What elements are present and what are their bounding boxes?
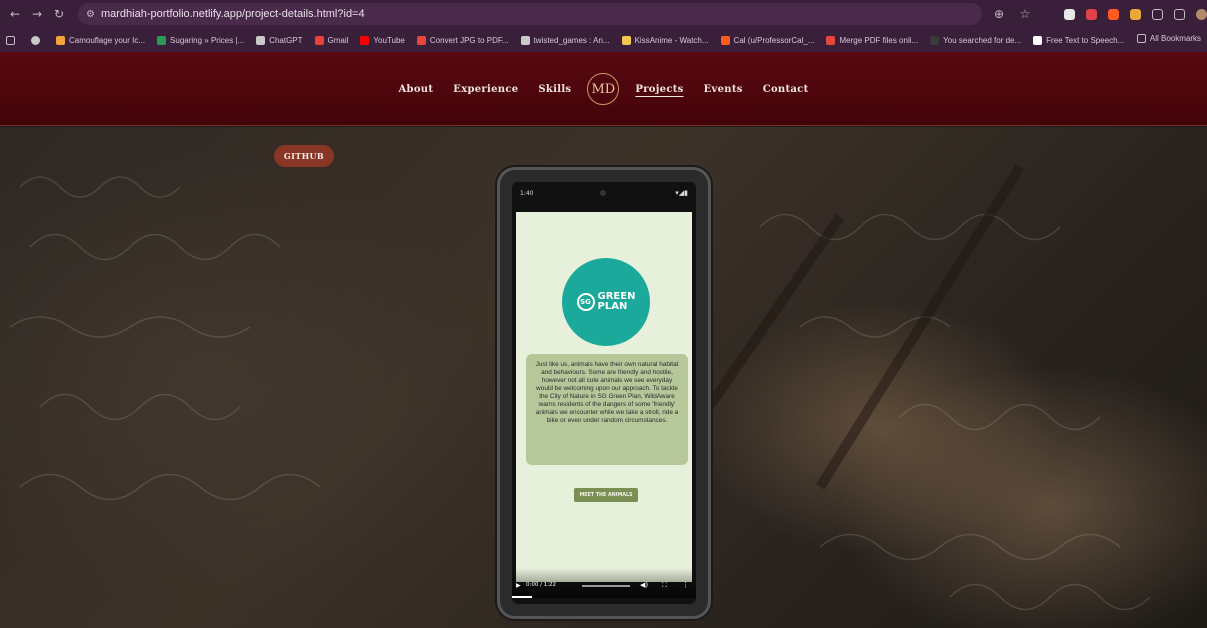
bookmark-item[interactable]: Convert JPG to PDF...: [416, 35, 509, 45]
bookmark-label: Sugaring » Prices |...: [170, 35, 245, 45]
address-bar[interactable]: ⚙ mardhiah-portfolio.netlify.app/project…: [78, 3, 982, 25]
sg-green-plan-logo: SG GREEN PLAN: [562, 258, 650, 346]
nav-buttons: ← → ↻: [6, 7, 68, 21]
bookmark-label: Cal (u/ProfessorCal_...: [733, 35, 815, 45]
video-controls: ▶ 0:00 / 1:22 ◀) ⛶ ⋮: [512, 568, 696, 598]
video-time: 0:00 / 1:22: [526, 582, 557, 588]
bookmark-favicon-icon: [360, 35, 370, 45]
phone-time: 1:40: [520, 189, 534, 197]
bookmark-favicon-icon: [826, 35, 836, 45]
bookmark-label: twisted_games : An...: [533, 35, 610, 45]
fullscreen-icon[interactable]: ⛶: [662, 581, 667, 590]
extension-icons: [1064, 8, 1207, 20]
bookmark-favicon-icon: [621, 35, 631, 45]
bookmark-item[interactable]: Camouflage your Ic...: [56, 35, 146, 45]
zoom-icon[interactable]: ⊕: [990, 7, 1008, 21]
site-info-icon[interactable]: ⚙: [86, 9, 95, 20]
nav-projects[interactable]: Projects: [635, 84, 683, 95]
bookmarks-bar: Camouflage your Ic... Sugaring » Prices |…: [0, 30, 1207, 50]
forward-arrow-icon[interactable]: →: [28, 7, 46, 21]
back-arrow-icon[interactable]: ←: [6, 7, 24, 21]
url-row: ← → ↻ ⚙ mardhiah-portfolio.netlify.app/p…: [0, 0, 1207, 28]
bookmark-label: Gmail: [327, 35, 349, 45]
nav-skills[interactable]: Skills: [538, 84, 571, 95]
avatar[interactable]: [1196, 8, 1207, 20]
logo-text: MD: [591, 81, 616, 97]
project-section: GITHUB 1:40 ▾◢▮ SG GREEN PLAN Just like …: [0, 127, 1207, 628]
bookmark-label: Convert JPG to PDF...: [429, 35, 509, 45]
nav-contact[interactable]: Contact: [763, 84, 809, 95]
bookmark-label: KissAnime - Watch...: [634, 35, 709, 45]
extension-icon[interactable]: [1130, 8, 1141, 20]
bookmark-star-icon[interactable]: ☆: [1016, 7, 1034, 21]
phone-screen: 1:40 ▾◢▮ SG GREEN PLAN Just like us, ani…: [512, 182, 696, 604]
bookmark-label: Camouflage your Ic...: [69, 35, 146, 45]
bookmark-item[interactable]: KissAnime - Watch...: [621, 35, 709, 45]
site-header: About Experience Skills MD Projects Even…: [0, 52, 1207, 126]
bookmark-label: You searched for de...: [943, 35, 1022, 45]
bookmark-favicon-icon: [1033, 35, 1043, 45]
bookmark-item[interactable]: YouTube: [360, 35, 405, 45]
badge-sg: SG: [576, 293, 595, 311]
badge-line2: PLAN: [597, 301, 628, 312]
video-seek-bar[interactable]: [582, 585, 630, 587]
reading-list-icon[interactable]: [1174, 8, 1185, 20]
meet-animals-button[interactable]: MEET THE ANIMALS: [574, 488, 638, 502]
globe-icon[interactable]: [31, 35, 44, 45]
site-nav: About Experience Skills MD Projects Even…: [0, 52, 1207, 126]
volume-icon[interactable]: ◀): [640, 581, 648, 589]
bookmark-favicon-icon: [930, 35, 940, 45]
more-options-icon[interactable]: ⋮: [682, 581, 689, 589]
signal-battery-icon: ▾◢▮: [675, 189, 688, 197]
bookmark-favicon-icon: [720, 35, 730, 45]
puzzle-icon[interactable]: [1152, 8, 1163, 20]
extension-icon[interactable]: [1086, 8, 1097, 20]
bookmark-item[interactable]: Free Text to Speech...: [1033, 35, 1125, 45]
bookmark-favicon-icon: [520, 35, 530, 45]
bookmark-favicon-icon: [157, 35, 167, 45]
nav-about[interactable]: About: [398, 84, 433, 95]
logo[interactable]: MD: [587, 73, 620, 105]
bookmark-favicon-icon: [314, 35, 324, 45]
url-actions: ⊕ ☆: [990, 7, 1034, 21]
apps-icon[interactable]: [6, 35, 19, 45]
folder-icon: [1136, 34, 1146, 43]
bookmark-item[interactable]: twisted_games : An...: [520, 35, 610, 45]
reload-icon[interactable]: ↻: [50, 7, 68, 21]
project-description: Just like us, animals have their own nat…: [535, 361, 679, 424]
github-button[interactable]: GITHUB: [274, 145, 334, 167]
bookmark-item[interactable]: Cal (u/ProfessorCal_...: [720, 35, 815, 45]
bookmark-item[interactable]: Gmail: [314, 35, 349, 45]
description-box: Just like us, animals have their own nat…: [526, 354, 688, 465]
video-progress: [512, 596, 532, 598]
bookmark-item[interactable]: You searched for de...: [930, 35, 1022, 45]
bookmark-label: Free Text to Speech...: [1046, 35, 1125, 45]
bookmark-label: YouTube: [373, 35, 405, 45]
browser-chrome: ← → ↻ ⚙ mardhiah-portfolio.netlify.app/p…: [0, 0, 1207, 52]
bookmark-favicon-icon: [56, 35, 65, 45]
bookmark-label: Merge PDF files onli...: [839, 35, 919, 45]
extension-icon[interactable]: [1064, 8, 1075, 20]
url-text: mardhiah-portfolio.netlify.app/project-d…: [100, 8, 365, 20]
phone-mockup: 1:40 ▾◢▮ SG GREEN PLAN Just like us, ani…: [497, 167, 711, 619]
bookmark-favicon-icon: [416, 35, 426, 45]
extension-icon[interactable]: [1108, 8, 1119, 20]
nav-experience[interactable]: Experience: [453, 84, 518, 95]
app-screen: SG GREEN PLAN Just like us, animals have…: [516, 212, 692, 582]
bookmark-item[interactable]: Merge PDF files onli...: [826, 35, 919, 45]
nav-events[interactable]: Events: [704, 84, 743, 95]
all-bookmarks[interactable]: All Bookmarks: [1136, 34, 1201, 43]
bookmark-label: ChatGPT: [269, 35, 303, 45]
bookmark-item[interactable]: ChatGPT: [256, 35, 303, 45]
bookmark-item[interactable]: Sugaring » Prices |...: [157, 35, 245, 45]
camera-icon: [600, 190, 606, 196]
play-icon[interactable]: ▶: [516, 582, 521, 589]
bookmark-favicon-icon: [256, 35, 266, 45]
